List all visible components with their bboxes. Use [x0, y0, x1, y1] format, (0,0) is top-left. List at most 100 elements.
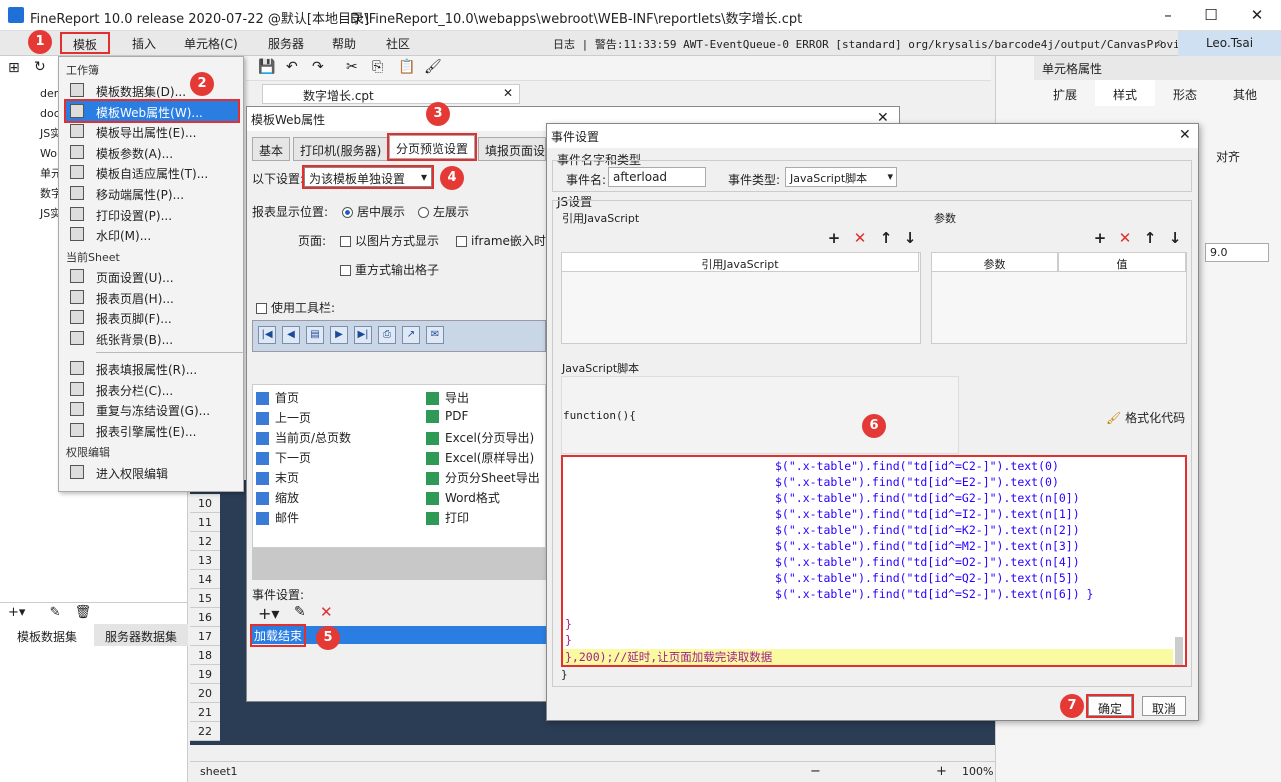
- delete-event-icon[interactable]: ✕: [320, 603, 333, 621]
- cut-icon[interactable]: ✂: [346, 59, 358, 75]
- tab-expand[interactable]: 扩展: [1035, 80, 1095, 106]
- menu-item[interactable]: 报表引擎属性(E)...: [66, 420, 238, 440]
- print-icon[interactable]: ⎙: [378, 326, 396, 344]
- toolbar-button-item[interactable]: 邮件: [256, 509, 299, 526]
- menu-cell[interactable]: 单元格(C): [184, 35, 238, 52]
- menu-template[interactable]: 模板: [60, 32, 110, 54]
- menu-item[interactable]: 报表填报属性(R)...: [66, 358, 238, 378]
- menu-item[interactable]: 重复与冻结设置(G)...: [66, 399, 238, 419]
- page-number-icon[interactable]: ▤: [306, 326, 324, 344]
- menu-item[interactable]: 报表分栏(C)...: [66, 379, 238, 399]
- close-icon[interactable]: ✕: [1179, 127, 1191, 143]
- checkbox-image-mode[interactable]: 以图片方式显示: [340, 232, 439, 249]
- menu-insert[interactable]: 插入: [132, 35, 156, 52]
- paste-icon[interactable]: 📋: [398, 59, 415, 75]
- menu-item[interactable]: 报表页眉(H)...: [66, 287, 238, 307]
- event-item[interactable]: 加载结束: [249, 624, 307, 647]
- menu-item[interactable]: 进入权限编辑: [66, 462, 238, 482]
- tab-style[interactable]: 样式: [1095, 80, 1155, 106]
- new-folder-icon[interactable]: ⊞: [8, 60, 20, 76]
- menu-item[interactable]: 模板Web属性(W)...: [64, 98, 240, 123]
- toolbar-button-item[interactable]: 首页: [256, 389, 299, 406]
- next-page-icon[interactable]: ▶: [330, 326, 348, 344]
- menu-item[interactable]: 模板自适应属性(T)...: [66, 162, 238, 182]
- menu-item[interactable]: 移动端属性(P)...: [66, 183, 238, 203]
- toolbar-button-item[interactable]: Excel(分页导出): [426, 429, 534, 446]
- user-name[interactable]: Leo.Tsai: [1178, 31, 1281, 56]
- menu-item[interactable]: 水印(M)...: [66, 224, 238, 244]
- close-icon[interactable]: ✕: [1247, 6, 1267, 24]
- format-brush-icon[interactable]: 🖌: [424, 59, 442, 75]
- tab-template-dataset[interactable]: 模板数据集: [0, 624, 94, 646]
- checkbox-toolbar[interactable]: 使用工具栏:: [256, 299, 335, 316]
- toolbar-button-item[interactable]: 导出: [426, 389, 469, 406]
- search-icon[interactable]: ⌕: [1156, 35, 1164, 51]
- edit-event-icon[interactable]: ✎: [294, 604, 306, 620]
- save-icon[interactable]: 💾: [258, 59, 275, 75]
- doc-tab[interactable]: 数字增长.cpt ✕: [262, 84, 520, 104]
- menu-item[interactable]: 模板导出属性(E)...: [66, 121, 238, 141]
- toolbar-button-item[interactable]: Word格式: [426, 489, 500, 506]
- tab-server-dataset[interactable]: 服务器数据集: [94, 624, 188, 646]
- menu-community[interactable]: 社区: [386, 35, 410, 52]
- last-page-icon[interactable]: ▶|: [354, 326, 372, 344]
- delete-icon[interactable]: 🗑: [75, 605, 92, 620]
- radio-left[interactable]: 左展示: [418, 203, 469, 220]
- first-page-icon[interactable]: |◀: [258, 326, 276, 344]
- menu-server[interactable]: 服务器: [268, 35, 304, 52]
- code-editor[interactable]: $(".x-table").find("td[id^=C2-]").text(0…: [561, 455, 1187, 667]
- arrow-up-icon[interactable]: ↑: [878, 229, 894, 247]
- zoom-out-icon[interactable]: −: [810, 764, 821, 779]
- toolbar-button-item[interactable]: 当前页/总页数: [256, 429, 351, 446]
- arrow-down-icon[interactable]: ↓: [902, 229, 918, 247]
- undo-icon[interactable]: ↶: [286, 59, 298, 75]
- tab-fill[interactable]: 填报页面设: [478, 137, 546, 161]
- menu-help[interactable]: 帮助: [332, 35, 356, 52]
- toolbar-button-item[interactable]: 末页: [256, 469, 299, 486]
- add-icon[interactable]: +: [826, 229, 842, 247]
- menu-item[interactable]: 打印设置(P)...: [66, 204, 238, 224]
- arrow-up-icon[interactable]: ↑: [1142, 229, 1158, 247]
- toolbar-button-item[interactable]: PDF: [426, 409, 468, 423]
- toolbar-button-item[interactable]: 分页分Sheet导出: [426, 469, 540, 486]
- checkbox-redo[interactable]: 重方式输出格子: [340, 261, 439, 278]
- cancel-button[interactable]: 取消: [1142, 696, 1186, 716]
- arrow-down-icon[interactable]: ↓: [1167, 229, 1183, 247]
- toolbar-button-item[interactable]: 缩放: [256, 489, 299, 506]
- font-size-input[interactable]: 9.0: [1205, 243, 1269, 262]
- toolbar-button-item[interactable]: 打印: [426, 509, 469, 526]
- radio-center[interactable]: 居中展示: [342, 203, 405, 220]
- menu-item[interactable]: 纸张背景(B)...: [66, 328, 238, 348]
- toolbar-button-item[interactable]: Excel(原样导出): [426, 449, 534, 466]
- add-icon[interactable]: +▾: [8, 605, 25, 620]
- menu-item[interactable]: 报表页脚(F)...: [66, 307, 238, 327]
- minimize-icon[interactable]: –: [1158, 6, 1178, 24]
- export-icon[interactable]: ↗: [402, 326, 420, 344]
- tab-shape[interactable]: 形态: [1155, 80, 1215, 106]
- sheet-tab[interactable]: sheet1: [200, 765, 238, 778]
- event-type-select[interactable]: JavaScript脚本 ▾: [785, 167, 897, 187]
- copy-icon[interactable]: ⎘: [372, 59, 383, 75]
- delete-icon[interactable]: ✕: [1117, 229, 1133, 247]
- zoom-in-icon[interactable]: +: [936, 764, 947, 779]
- tab-page-preview[interactable]: 分页预览设置: [386, 133, 478, 161]
- tab-basic[interactable]: 基本: [252, 137, 291, 161]
- format-code-button[interactable]: 🖌 格式化代码: [1106, 409, 1185, 426]
- delete-icon[interactable]: ✕: [852, 229, 868, 247]
- edit-icon[interactable]: ✎: [50, 605, 61, 620]
- close-tab-icon[interactable]: ✕: [503, 86, 513, 100]
- event-name-input[interactable]: afterload: [608, 167, 706, 187]
- toolbar-button-item[interactable]: 下一页: [256, 449, 311, 466]
- prev-page-icon[interactable]: ◀: [282, 326, 300, 344]
- maximize-icon[interactable]: ☐: [1201, 6, 1221, 24]
- menu-item[interactable]: 模板参数(A)...: [66, 142, 238, 162]
- tab-other[interactable]: 其他: [1215, 80, 1275, 106]
- redo-icon[interactable]: ↷: [312, 59, 324, 75]
- add-event-icon[interactable]: +▾: [258, 604, 279, 623]
- toolbar-button-item[interactable]: 上一页: [256, 409, 311, 426]
- refresh-icon[interactable]: ↻: [34, 59, 46, 75]
- checkbox-iframe[interactable]: iframe嵌入时: [456, 232, 546, 249]
- ok-button[interactable]: 确定: [1086, 694, 1134, 718]
- tab-printer[interactable]: 打印机(服务器): [293, 137, 389, 161]
- code-scrollbar[interactable]: [1175, 637, 1183, 665]
